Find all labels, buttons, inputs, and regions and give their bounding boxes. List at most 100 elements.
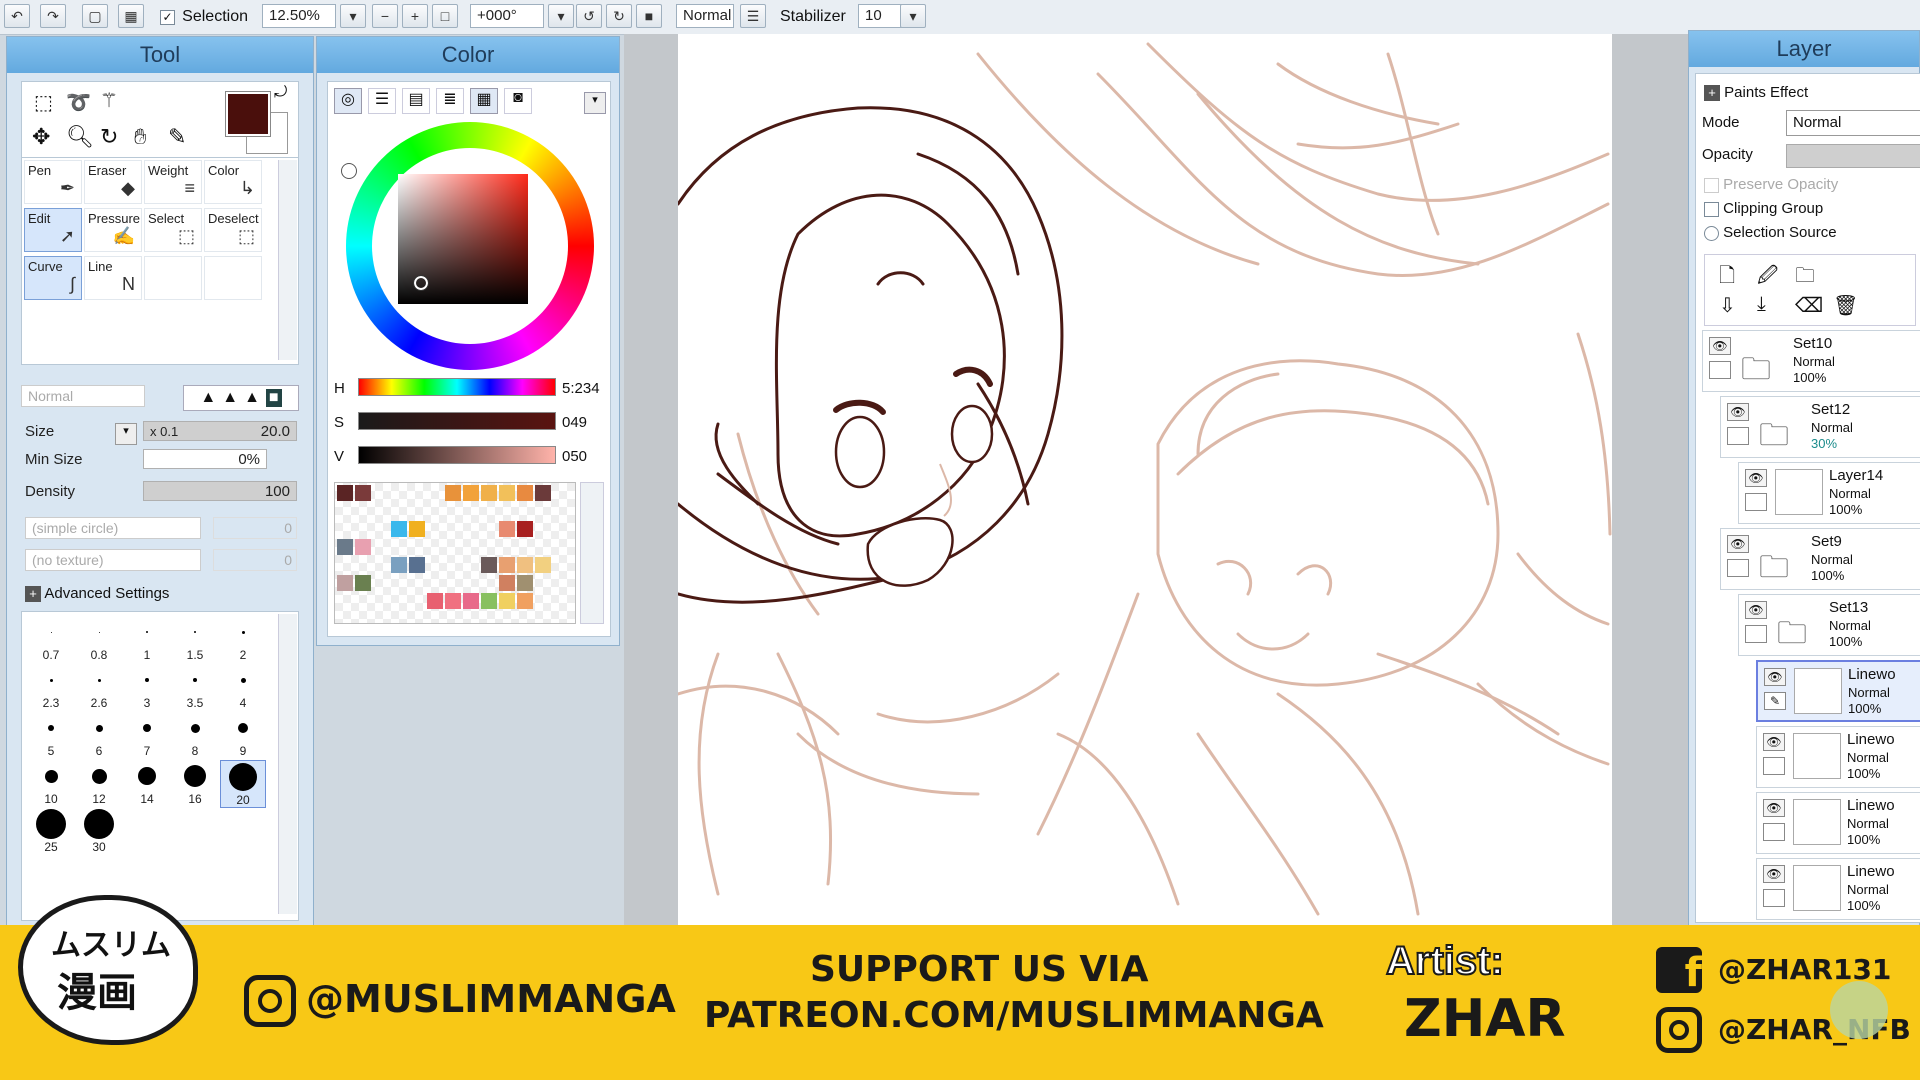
brush-size-preset[interactable]: 30 <box>76 808 122 856</box>
s-slider[interactable] <box>358 412 556 430</box>
zoom-field[interactable]: 12.50% <box>262 4 336 28</box>
swatch-palette[interactable] <box>334 482 576 624</box>
shape-flat-icon[interactable]: ■ <box>265 389 282 407</box>
brush-size-preset[interactable]: 4 <box>220 664 266 712</box>
color-swatch[interactable] <box>499 557 515 573</box>
zoom-icon[interactable]: 🔍︎ <box>66 124 94 150</box>
clear-layer-icon[interactable]: ⌫ <box>1795 293 1823 318</box>
brush-blend-select[interactable]: Normal <box>21 385 145 407</box>
color-swatch[interactable] <box>445 485 461 501</box>
color-swatch[interactable] <box>517 593 533 609</box>
color-swatch[interactable] <box>481 593 497 609</box>
layer-folder-row[interactable]: 👁 🗀 Set13 Normal 100% <box>1738 594 1920 656</box>
new-layer-icon[interactable]: 🗋 <box>1719 261 1735 295</box>
lasso-icon[interactable]: ➰ <box>66 90 91 115</box>
color-swatch[interactable] <box>409 557 425 573</box>
hsv-slider-tab-icon[interactable]: ▤ <box>402 88 430 114</box>
shape-sharp-icon[interactable]: ▲ <box>200 389 216 407</box>
layer-lock-toggle[interactable] <box>1745 625 1767 643</box>
rotation-dropdown-icon[interactable]: ▾ <box>548 4 574 28</box>
color-swatch[interactable] <box>337 575 353 591</box>
layer-lock-toggle[interactable] <box>1727 427 1749 445</box>
color-swatch[interactable] <box>391 521 407 537</box>
brush-grid-scrollbar[interactable] <box>278 614 297 914</box>
layer-lock-toggle[interactable] <box>1745 493 1767 511</box>
color-swatch[interactable] <box>481 485 497 501</box>
tool-deselect[interactable]: Deselect ⬚ <box>204 208 262 252</box>
layer-lock-toggle[interactable]: ✎ <box>1764 692 1786 710</box>
zoom-in-icon[interactable]: + <box>402 4 428 28</box>
new-linework-layer-icon[interactable]: 🖉 <box>1757 261 1778 295</box>
brush-size-preset[interactable]: 10 <box>28 760 74 808</box>
color-swatch[interactable] <box>517 557 533 573</box>
brush-size-preset[interactable]: 3.5 <box>172 664 218 712</box>
visibility-eye-icon[interactable]: 👁 <box>1709 337 1731 355</box>
deselect-icon[interactable]: ▢ <box>82 4 108 28</box>
brush-size-preset[interactable]: 25 <box>28 808 74 856</box>
brush-size-preset[interactable]: 1.5 <box>172 616 218 664</box>
brush-size-preset[interactable]: 6 <box>76 712 122 760</box>
color-swatch[interactable] <box>355 485 371 501</box>
stabilizer-field[interactable]: 10 <box>858 4 906 28</box>
color-swatch[interactable] <box>391 557 407 573</box>
visibility-eye-icon[interactable]: 👁 <box>1727 535 1749 553</box>
drawing-canvas[interactable] <box>676 34 1612 926</box>
brush-shape-picker[interactable]: ▲ ▲ ▲ ■ <box>183 385 299 411</box>
clipping-group-checkbox[interactable] <box>1704 201 1719 217</box>
brush-size-preset[interactable]: 20 <box>220 760 266 808</box>
new-folder-icon[interactable]: 🗀 <box>1795 261 1815 295</box>
undo-icon[interactable]: ↶ <box>4 4 30 28</box>
size-dropdown-icon[interactable]: ▾ <box>115 423 137 445</box>
h-slider[interactable] <box>358 378 556 396</box>
layer-mode-select[interactable]: Normal <box>1786 110 1920 136</box>
rotate-right-icon[interactable]: ↻ <box>606 4 632 28</box>
color-swatch[interactable] <box>499 485 515 501</box>
color-swatch[interactable] <box>517 521 533 537</box>
visibility-eye-icon[interactable]: 👁 <box>1763 865 1785 883</box>
layer-lock-toggle[interactable] <box>1763 757 1785 775</box>
color-swatch[interactable] <box>463 593 479 609</box>
brush-size-preset[interactable]: 14 <box>124 760 170 808</box>
layer-lock-toggle[interactable] <box>1709 361 1731 379</box>
color-swatch[interactable] <box>337 485 353 501</box>
selection-toggle[interactable]: ✓ Selection <box>160 8 248 26</box>
scratchpad-tab-icon[interactable]: ◙ <box>504 88 532 114</box>
swap-colors-icon[interactable]: ⤾ <box>274 84 287 102</box>
color-swatch[interactable] <box>517 485 533 501</box>
color-swatch[interactable] <box>463 485 479 501</box>
visibility-eye-icon[interactable]: 👁 <box>1763 799 1785 817</box>
color-swatch[interactable] <box>535 557 551 573</box>
color-swatch[interactable] <box>409 521 425 537</box>
eyedropper-icon[interactable]: ✎ <box>168 124 186 150</box>
preserve-opacity-checkbox[interactable] <box>1704 177 1719 193</box>
tool-select[interactable]: Select ⬚ <box>144 208 202 252</box>
brush-size-preset[interactable]: 12 <box>76 760 122 808</box>
advanced-settings-toggle[interactable]: + Advanced Settings <box>25 585 169 602</box>
v-slider[interactable] <box>358 446 556 464</box>
stabilizer-dropdown-icon[interactable]: ▾ <box>900 4 926 28</box>
palette-scrollbar[interactable] <box>580 482 604 624</box>
brush-shape-select[interactable]: (simple circle) <box>25 517 201 539</box>
visibility-eye-icon[interactable]: 👁 <box>1763 733 1785 751</box>
color-swatch[interactable] <box>355 539 371 555</box>
sv-marker[interactable] <box>413 275 429 291</box>
delete-layer-icon[interactable]: 🗑 <box>1833 293 1858 318</box>
brush-size-preset[interactable]: 2 <box>220 616 266 664</box>
flip-icon[interactable]: ☰ <box>740 4 766 28</box>
color-swatch[interactable] <box>445 593 461 609</box>
shape-soft-icon[interactable]: ▲ <box>244 389 260 407</box>
brush-size-preset[interactable]: 3 <box>124 664 170 712</box>
color-swatch[interactable] <box>355 575 371 591</box>
tool-weight[interactable]: Weight ≡ <box>144 160 202 204</box>
layer-row[interactable]: 👁 Linewo Normal 100% <box>1756 858 1920 920</box>
min-size-slider[interactable]: 0% <box>143 449 267 469</box>
foreground-color[interactable] <box>225 91 271 137</box>
color-swatch[interactable] <box>499 575 515 591</box>
layer-row[interactable]: 👁 Layer14 Normal 100% <box>1738 462 1920 524</box>
layer-folder-row[interactable]: 👁 🗀 Set12 Normal 30% <box>1720 396 1920 458</box>
brush-size-preset[interactable]: 16 <box>172 760 218 808</box>
color-swatch[interactable] <box>337 539 353 555</box>
move-icon[interactable]: ✥ <box>32 124 50 150</box>
visibility-eye-icon[interactable]: 👁 <box>1727 403 1749 421</box>
rotate-icon[interactable]: ↻ <box>100 124 118 150</box>
